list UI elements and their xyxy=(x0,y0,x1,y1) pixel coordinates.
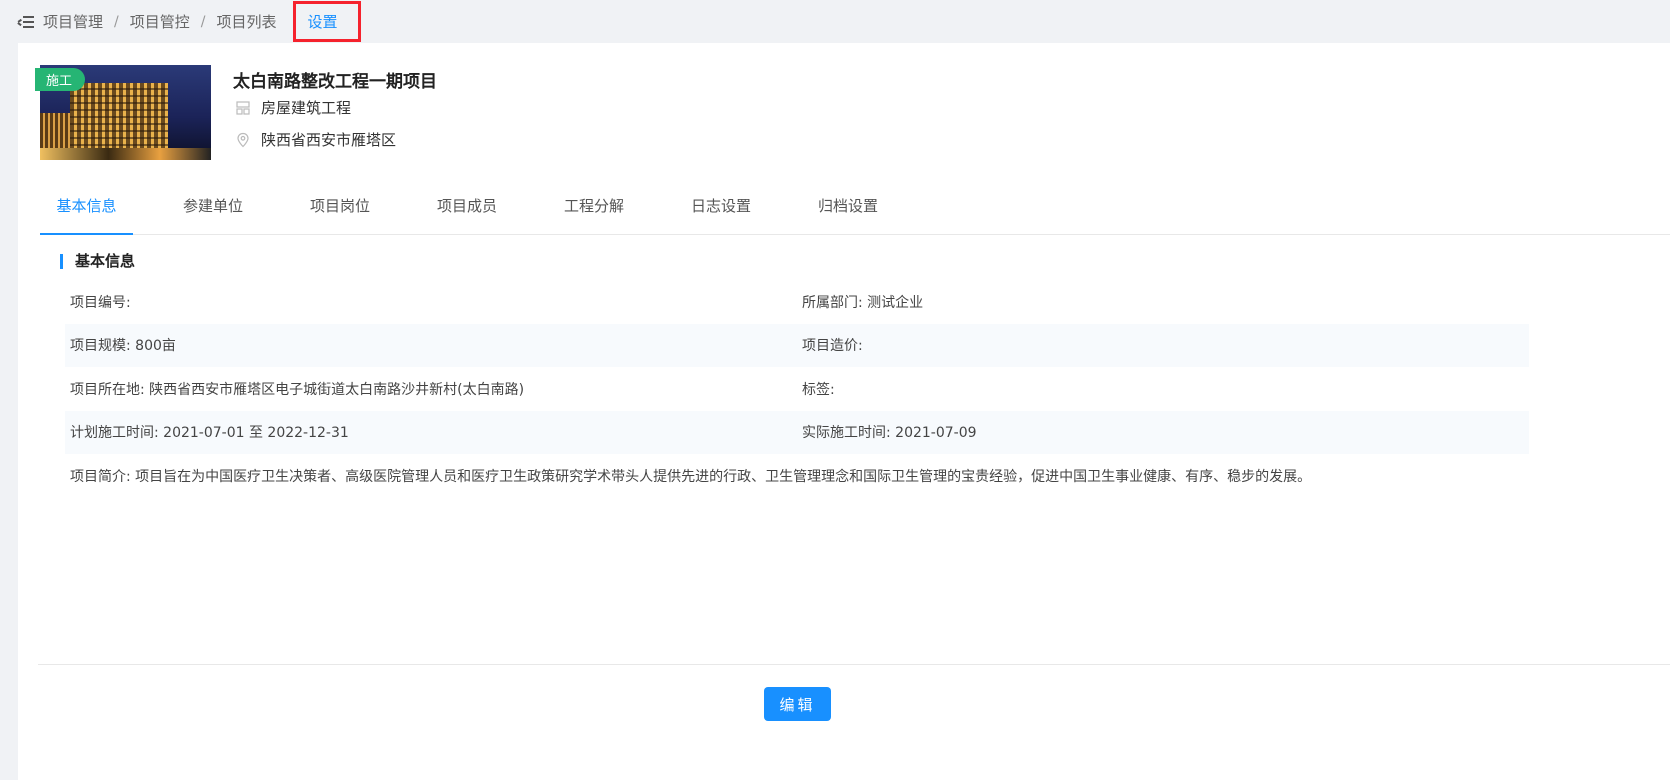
project-location: 陕西省西安市雁塔区 xyxy=(235,129,396,150)
location-pin-icon xyxy=(237,132,249,147)
tab-project-members[interactable]: 项目成员 xyxy=(425,191,509,235)
info-row: 计划施工时间: 2021-07-01 至 2022-12-31 实际施工时间: … xyxy=(65,410,1529,454)
project-category: 房屋建筑工程 xyxy=(235,97,351,118)
footer-divider xyxy=(38,664,1670,665)
field-tags: 标签: xyxy=(802,381,835,398)
menu-collapse-icon[interactable] xyxy=(17,15,34,29)
field-actual-start: 实际施工时间: 2021-07-09 xyxy=(802,425,977,442)
tab-archive-settings[interactable]: 归档设置 xyxy=(806,191,890,235)
tab-log-settings[interactable]: 日志设置 xyxy=(679,191,763,235)
field-project-number: 项目编号: xyxy=(70,294,131,311)
field-project-cost: 项目造价: xyxy=(802,338,863,355)
info-row: 项目规模: 800亩 项目造价: xyxy=(65,323,1529,367)
status-badge: 施工 xyxy=(35,68,86,91)
breadcrumb-bar: 项目管理 / 项目管控 / 项目列表 设置 xyxy=(0,0,1670,43)
section-title: 基本信息 xyxy=(60,254,135,269)
field-department: 所属部门: 测试企业 xyxy=(802,294,924,311)
main-panel: 施工 太白南路整改工程一期项目 房屋建筑工程 陕西省西安市雁塔区 基本信息 参建… xyxy=(18,43,1670,780)
project-location-label: 陕西省西安市雁塔区 xyxy=(261,131,397,149)
project-title: 太白南路整改工程一期项目 xyxy=(233,72,437,92)
building-icon xyxy=(236,100,250,115)
info-row: 项目简介: 项目旨在为中国医疗卫生决策者、高级医院管理人员和医疗卫生政策研究学术… xyxy=(65,454,1529,498)
tab-bar: 基本信息 参建单位 项目岗位 项目成员 工程分解 日志设置 归档设置 xyxy=(40,191,1670,235)
breadcrumb-item-project-management[interactable]: 项目管理 xyxy=(43,11,103,32)
field-project-scale: 项目规模: 800亩 xyxy=(70,338,176,355)
field-planned-period: 计划施工时间: 2021-07-01 至 2022-12-31 xyxy=(70,425,349,442)
basic-info-table: 项目编号: 所属部门: 测试企业 项目规模: 800亩 项目造价: 项目所在地:… xyxy=(65,280,1529,498)
tab-project-positions[interactable]: 项目岗位 xyxy=(298,191,382,235)
edit-button[interactable]: 编辑 xyxy=(764,687,831,721)
tab-work-breakdown[interactable]: 工程分解 xyxy=(552,191,636,235)
tab-basic-info[interactable]: 基本信息 xyxy=(40,191,133,235)
info-row: 项目所在地: 陕西省西安市雁塔区电子城街道太白南路沙井新村(太白南路) 标签: xyxy=(65,367,1529,411)
breadcrumb-item-project-control[interactable]: 项目管控 xyxy=(130,11,190,32)
breadcrumb-separator: / xyxy=(200,13,206,30)
info-row: 项目编号: 所属部门: 测试企业 xyxy=(65,280,1529,324)
field-project-address: 项目所在地: 陕西省西安市雁塔区电子城街道太白南路沙井新村(太白南路) xyxy=(70,381,525,398)
breadcrumb-current-settings[interactable]: 设置 xyxy=(293,1,361,42)
breadcrumb-separator: / xyxy=(114,13,119,30)
field-project-summary: 项目简介: 项目旨在为中国医疗卫生决策者、高级医院管理人员和医疗卫生政策研究学术… xyxy=(70,468,1312,485)
breadcrumb-item-project-list[interactable]: 项目列表 xyxy=(216,11,276,32)
tab-participating-units[interactable]: 参建单位 xyxy=(171,191,255,235)
project-category-label: 房屋建筑工程 xyxy=(261,99,352,117)
